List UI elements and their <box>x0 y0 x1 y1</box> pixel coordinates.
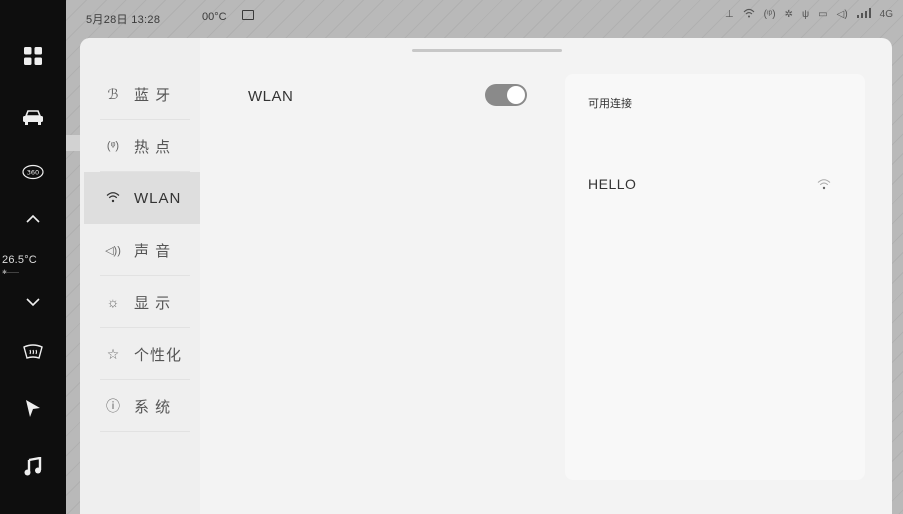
network-row[interactable]: HELLO <box>565 170 865 200</box>
nav-item-label: 系 统 <box>134 398 172 416</box>
nav-item-hotspot[interactable]: (ᵠ) 热 点 <box>84 120 200 172</box>
nav-item-bluetooth[interactable]: ℬ 蓝 牙 <box>84 68 200 120</box>
temperature-value: 26.5°C <box>2 254 37 266</box>
toggle-knob <box>507 86 525 104</box>
nav-item-label: 蓝 牙 <box>134 86 172 104</box>
download-icon: ⊥ <box>724 9 734 20</box>
network-name: HELLO <box>588 176 637 192</box>
wifi-status-icon <box>743 8 755 21</box>
status-outside-temp: 00°C <box>202 11 227 23</box>
hotspot-status-icon: (ᶦᵖ) <box>763 9 776 20</box>
settings-nav: ℬ 蓝 牙 (ᵠ) 热 点 WLAN ◁)) 声 音 ☼ 显 示 ☆ 个性化 ⓘ… <box>80 38 200 514</box>
nav-item-label: 热 点 <box>134 138 172 156</box>
settings-panel: ℬ 蓝 牙 (ᵠ) 热 点 WLAN ◁)) 声 音 ☼ 显 示 ☆ 个性化 ⓘ… <box>80 38 892 514</box>
left-dock: 360 26.5°C ✱------ <box>0 0 66 514</box>
speaker-icon: ◁)) <box>105 244 121 257</box>
nav-item-label: 个性化 <box>134 346 183 364</box>
nav-item-system[interactable]: ⓘ 系 统 <box>84 380 200 432</box>
bluetooth-icon: ℬ <box>107 85 119 102</box>
nav-item-label: 显 示 <box>134 294 172 312</box>
temp-up-icon[interactable] <box>0 208 66 228</box>
wifi-icon <box>104 190 122 206</box>
volume-status-icon: ◁) <box>836 9 848 20</box>
brightness-icon: ☼ <box>106 294 120 310</box>
wlan-label: WLAN <box>248 88 294 105</box>
car-icon[interactable] <box>0 106 66 130</box>
camera-360-icon[interactable]: 360 <box>0 160 66 184</box>
navigation-icon[interactable] <box>0 396 66 422</box>
personalize-icon: ☆ <box>106 345 120 362</box>
status-icons: ⊥ (ᶦᵖ) ✲ ψ ▭ ◁) 4G <box>725 8 893 21</box>
nav-item-personalize[interactable]: ☆ 个性化 <box>84 328 200 380</box>
svg-text:360: 360 <box>27 169 39 177</box>
wlan-toggle[interactable] <box>485 84 527 106</box>
available-connections-title: 可用连接 <box>588 98 632 110</box>
music-icon[interactable] <box>0 454 66 480</box>
status-bar: 5月28日 13:28 00°C ⊥ (ᶦᵖ) ✲ ψ ▭ ◁) 4G <box>66 0 903 32</box>
available-connections-card: 可用连接 HELLO <box>565 74 865 480</box>
wifi-signal-icon <box>817 177 831 195</box>
app-grid-icon[interactable] <box>0 44 66 68</box>
fan-level-indicator: ✱------ <box>2 270 20 276</box>
nav-item-label: WLAN <box>134 189 182 207</box>
wlan-settings: WLAN 可用连接 HELLO <box>200 38 892 514</box>
nav-item-display[interactable]: ☼ 显 示 <box>84 276 200 328</box>
defrost-icon[interactable] <box>0 340 66 364</box>
network-type: 4G <box>879 9 893 20</box>
nav-item-sound[interactable]: ◁)) 声 音 <box>84 224 200 276</box>
hotspot-icon: (ᵠ) <box>106 140 120 152</box>
info-icon: ⓘ <box>106 398 120 414</box>
nav-item-wlan[interactable]: WLAN <box>84 172 200 224</box>
message-icon <box>242 10 254 20</box>
screen-icon: ▭ <box>818 9 828 20</box>
temp-down-icon[interactable] <box>0 292 66 312</box>
nav-item-label: 声 音 <box>134 242 172 260</box>
bluetooth-status-icon: ✲ <box>784 9 794 20</box>
status-datetime: 5月28日 13:28 <box>86 14 161 26</box>
usb-icon: ψ <box>802 9 810 20</box>
divider <box>100 431 190 432</box>
signal-strength-icon <box>856 8 871 21</box>
cabin-temperature: 26.5°C ✱------ <box>2 250 64 276</box>
